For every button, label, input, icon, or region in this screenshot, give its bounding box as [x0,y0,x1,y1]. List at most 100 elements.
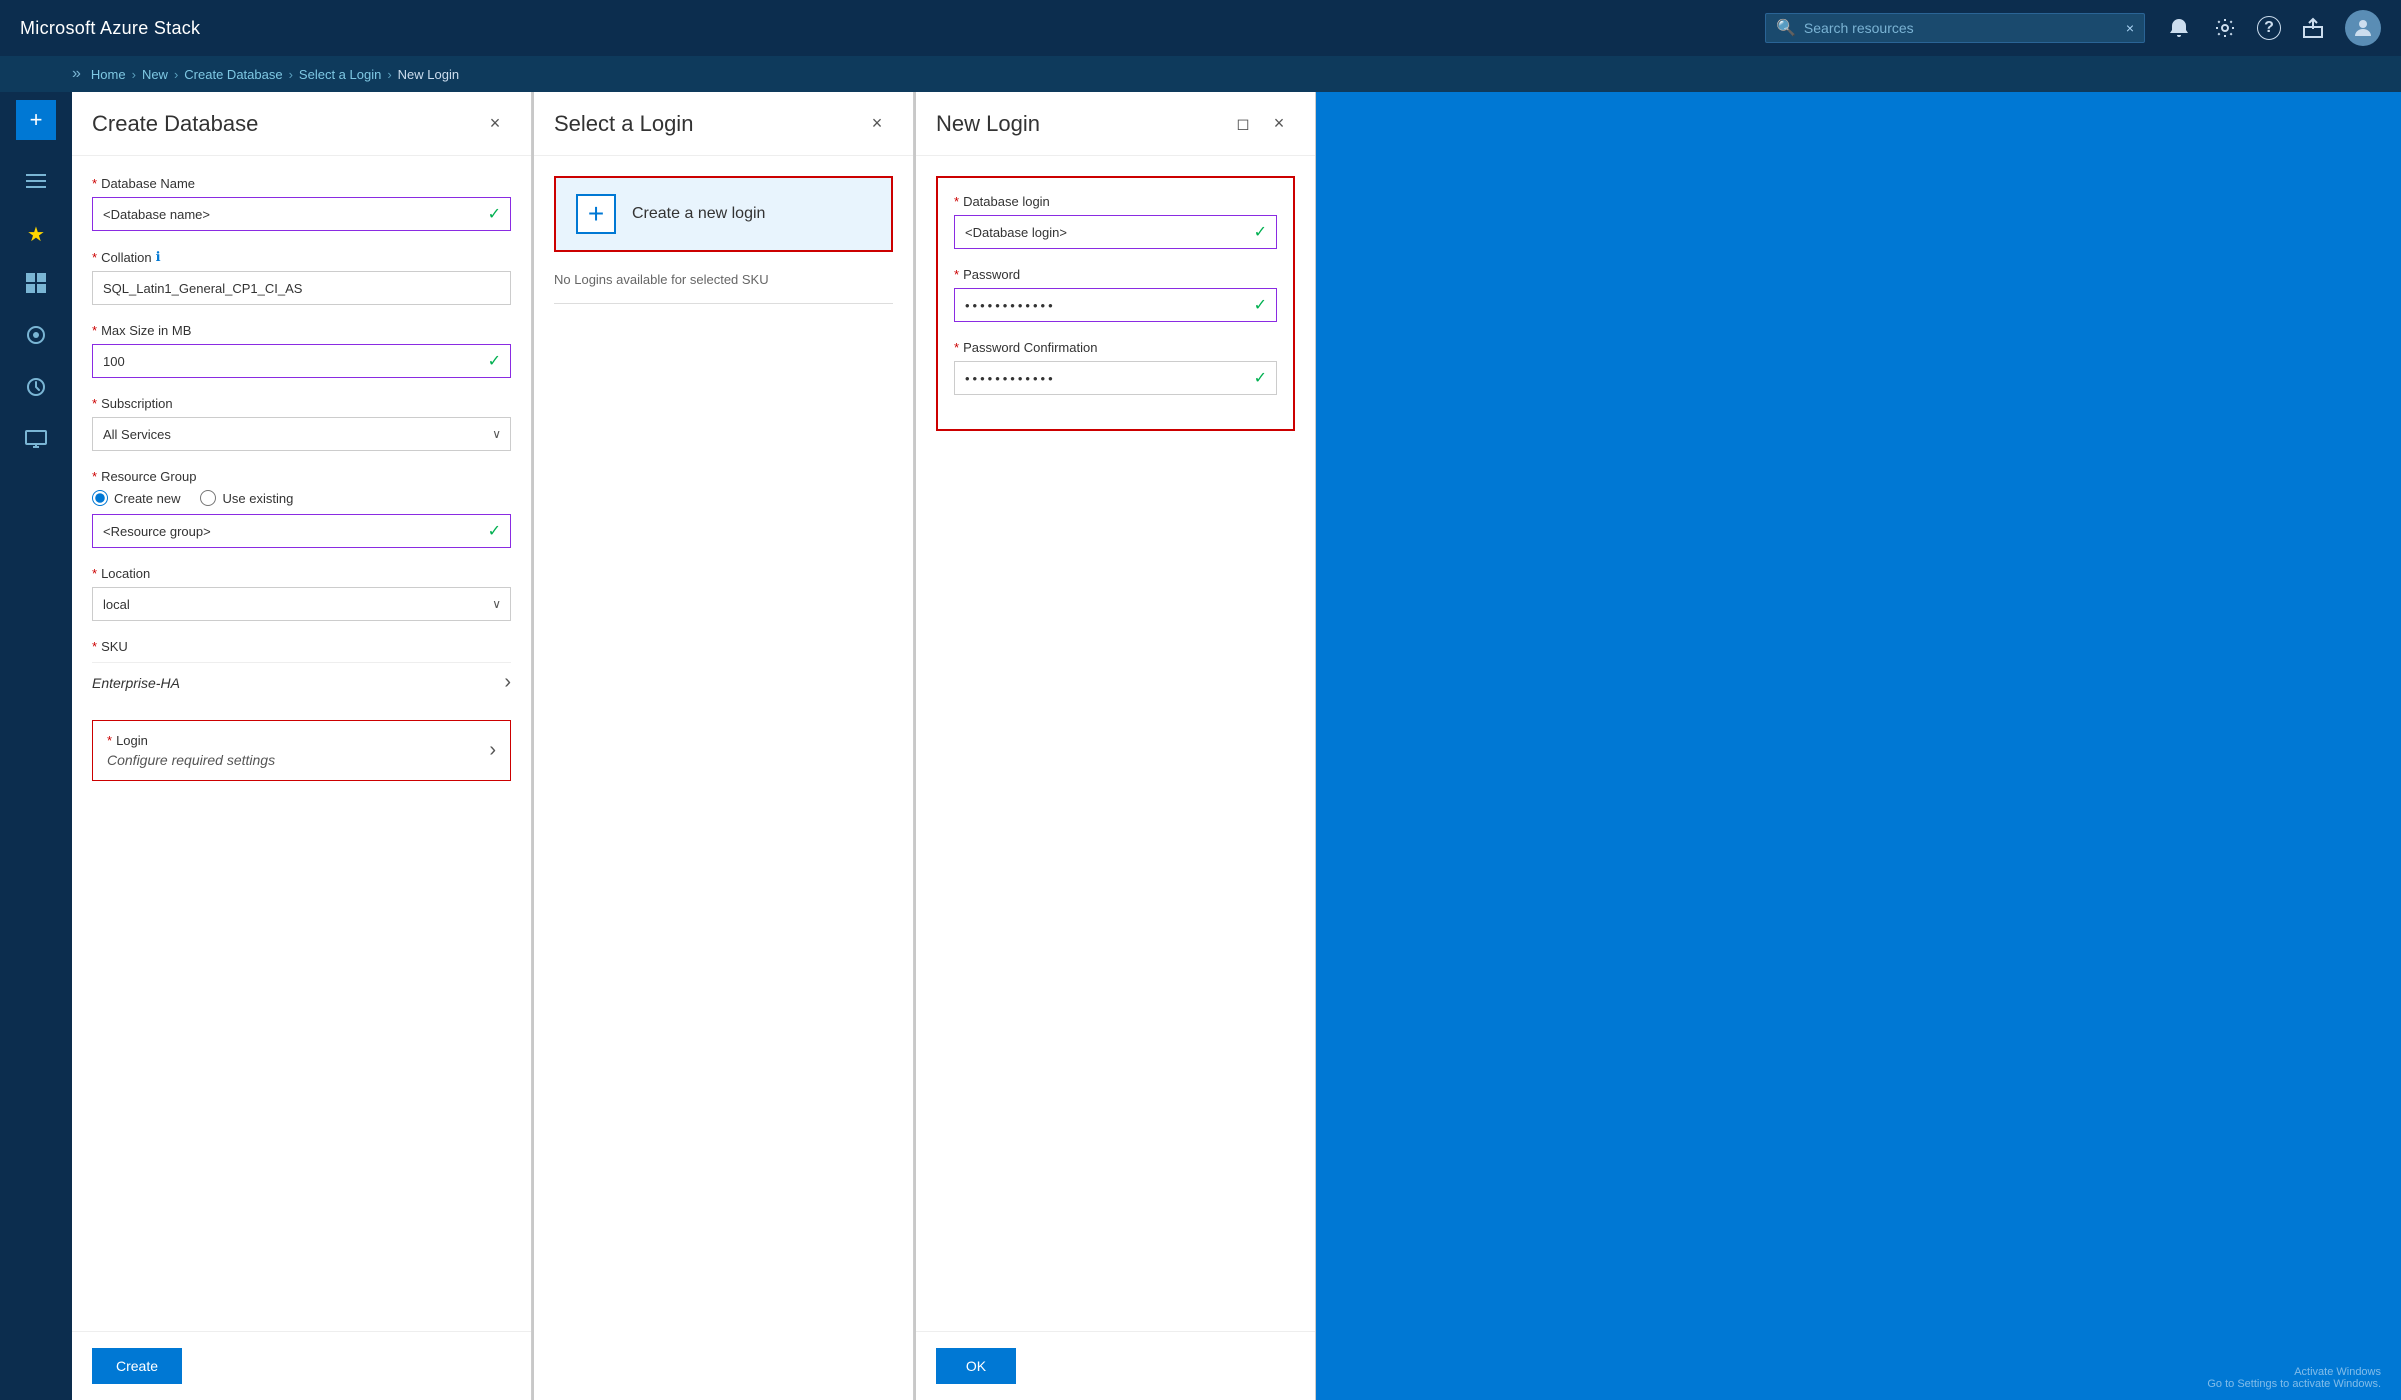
database-name-field: * Database Name ✓ [92,176,511,231]
resource-group-input-wrapper: ✓ [92,514,511,548]
database-name-input-wrapper: ✓ [92,197,511,231]
breadcrumb-current: New Login [398,67,459,82]
resource-group-field: * Resource Group Create new Use existing [92,469,511,548]
collation-input[interactable] [92,271,511,305]
monitor-icon [25,430,47,454]
db-login-field: * Database login ✓ [954,194,1277,249]
panel2-content: + Create a new login No Logins available… [534,156,913,1400]
panel3-title: New Login [936,111,1227,137]
search-input[interactable] [1804,20,2120,36]
app-title: Microsoft Azure Stack [20,18,200,39]
password-input-wrapper: ✓ [954,288,1277,322]
notifications-button[interactable] [2165,14,2193,42]
panel1-close-button[interactable]: × [479,108,511,140]
breadcrumb-home[interactable]: Home [91,67,126,82]
panel2-divider [554,303,893,304]
panel2-title: Select a Login [554,111,861,137]
topbar-icons: ? [2165,10,2381,46]
login-field-value: Configure required settings [107,752,275,768]
password-input[interactable] [954,288,1277,322]
sidebar: + ★ [0,92,72,1400]
sidebar-item-monitor[interactable] [0,416,72,468]
resources-icon [25,324,47,352]
dashboard-icon [26,273,46,299]
sidebar-add-button[interactable]: + [16,100,56,140]
ok-button[interactable]: OK [936,1348,1016,1384]
create-new-radio-label[interactable]: Create new [114,491,180,506]
sku-field: * SKU Enterprise-HA › [92,639,511,702]
password-confirm-label: * Password Confirmation [954,340,1277,355]
collation-label: * Collation ℹ [92,249,511,265]
sku-chevron-icon: › [504,671,511,694]
sidebar-item-resources[interactable] [0,312,72,364]
password-field: * Password ✓ [954,267,1277,322]
panel2-close-button[interactable]: × [861,108,893,140]
help-button[interactable]: ? [2257,16,2281,40]
panel1-content: * Database Name ✓ * Collation ℹ [72,156,531,1331]
password-confirm-field: * Password Confirmation ✓ [954,340,1277,395]
search-bar[interactable]: 🔍 × [1765,13,2145,43]
max-size-input-wrapper: ✓ [92,344,511,378]
login-chevron-icon: › [489,739,496,762]
new-login-panel: New Login ◻ × * Database login [916,92,1316,1400]
panel1-header: Create Database × [72,92,531,156]
search-clear-button[interactable]: × [2126,20,2134,36]
subscription-select-wrapper: All Services ∨ [92,417,511,451]
resource-group-label: * Resource Group [92,469,511,484]
main-area: + ★ [0,92,2401,1400]
no-logins-message: No Logins available for selected SKU [554,264,893,295]
sku-selector[interactable]: Enterprise-HA › [92,662,511,702]
db-login-label: * Database login [954,194,1277,209]
location-select-wrapper: local ∨ [92,587,511,621]
collation-info-icon[interactable]: ℹ [156,249,161,265]
max-size-input[interactable] [92,344,511,378]
breadcrumb-expand-icon[interactable]: » [72,65,81,83]
use-existing-radio-label[interactable]: Use existing [222,491,293,506]
db-login-input[interactable] [954,215,1277,249]
location-select[interactable]: local [92,587,511,621]
breadcrumb-new[interactable]: New [142,67,168,82]
use-existing-radio[interactable] [200,490,216,506]
create-login-label: Create a new login [632,205,765,223]
panel3-close-button[interactable]: × [1263,108,1295,140]
sidebar-item-dashboard[interactable] [0,260,72,312]
settings-button[interactable] [2211,14,2239,42]
search-icon: 🔍 [1776,18,1796,38]
resource-group-radio-group: Create new Use existing [92,490,511,506]
password-label: * Password [954,267,1277,282]
breadcrumb-select-login[interactable]: Select a Login [299,67,381,82]
panel3-footer: OK [916,1331,1315,1400]
subscription-label: * Subscription [92,396,511,411]
breadcrumb-bar: » Home › New › Create Database › Select … [0,56,2401,92]
max-size-field: * Max Size in MB ✓ [92,323,511,378]
breadcrumb-create-database[interactable]: Create Database [184,67,282,82]
database-name-input[interactable] [92,197,511,231]
user-avatar[interactable] [2345,10,2381,46]
panels-area: Create Database × * Database Name ✓ [72,92,2401,1400]
login-selector[interactable]: * Login Configure required settings › [92,720,511,781]
create-new-radio[interactable] [92,490,108,506]
create-button[interactable]: Create [92,1348,182,1384]
panel1-footer: Create [72,1331,531,1400]
subscription-select[interactable]: All Services [92,417,511,451]
login-field-label: Login [116,733,148,748]
db-login-input-wrapper: ✓ [954,215,1277,249]
panel3-fields-container: * Database login ✓ * Password [936,176,1295,431]
export-button[interactable] [2299,14,2327,42]
topbar: Microsoft Azure Stack 🔍 × ? [0,0,2401,56]
select-login-panel: Select a Login × + Create a new login No… [534,92,914,1400]
use-existing-radio-item[interactable]: Use existing [200,490,293,506]
location-label: * Location [92,566,511,581]
sidebar-item-history[interactable] [0,364,72,416]
create-new-radio-item[interactable]: Create new [92,490,180,506]
create-database-panel: Create Database × * Database Name ✓ [72,92,532,1400]
password-confirm-input[interactable] [954,361,1277,395]
password-confirm-input-wrapper: ✓ [954,361,1277,395]
sku-value: Enterprise-HA [92,675,180,691]
create-new-login-card[interactable]: + Create a new login [554,176,893,252]
panel3-maximize-button[interactable]: ◻ [1227,108,1259,140]
resource-group-input[interactable] [92,514,511,548]
history-icon [25,376,47,404]
sidebar-item-favorites[interactable]: ★ [0,208,72,260]
sidebar-item-menu[interactable] [0,156,72,208]
